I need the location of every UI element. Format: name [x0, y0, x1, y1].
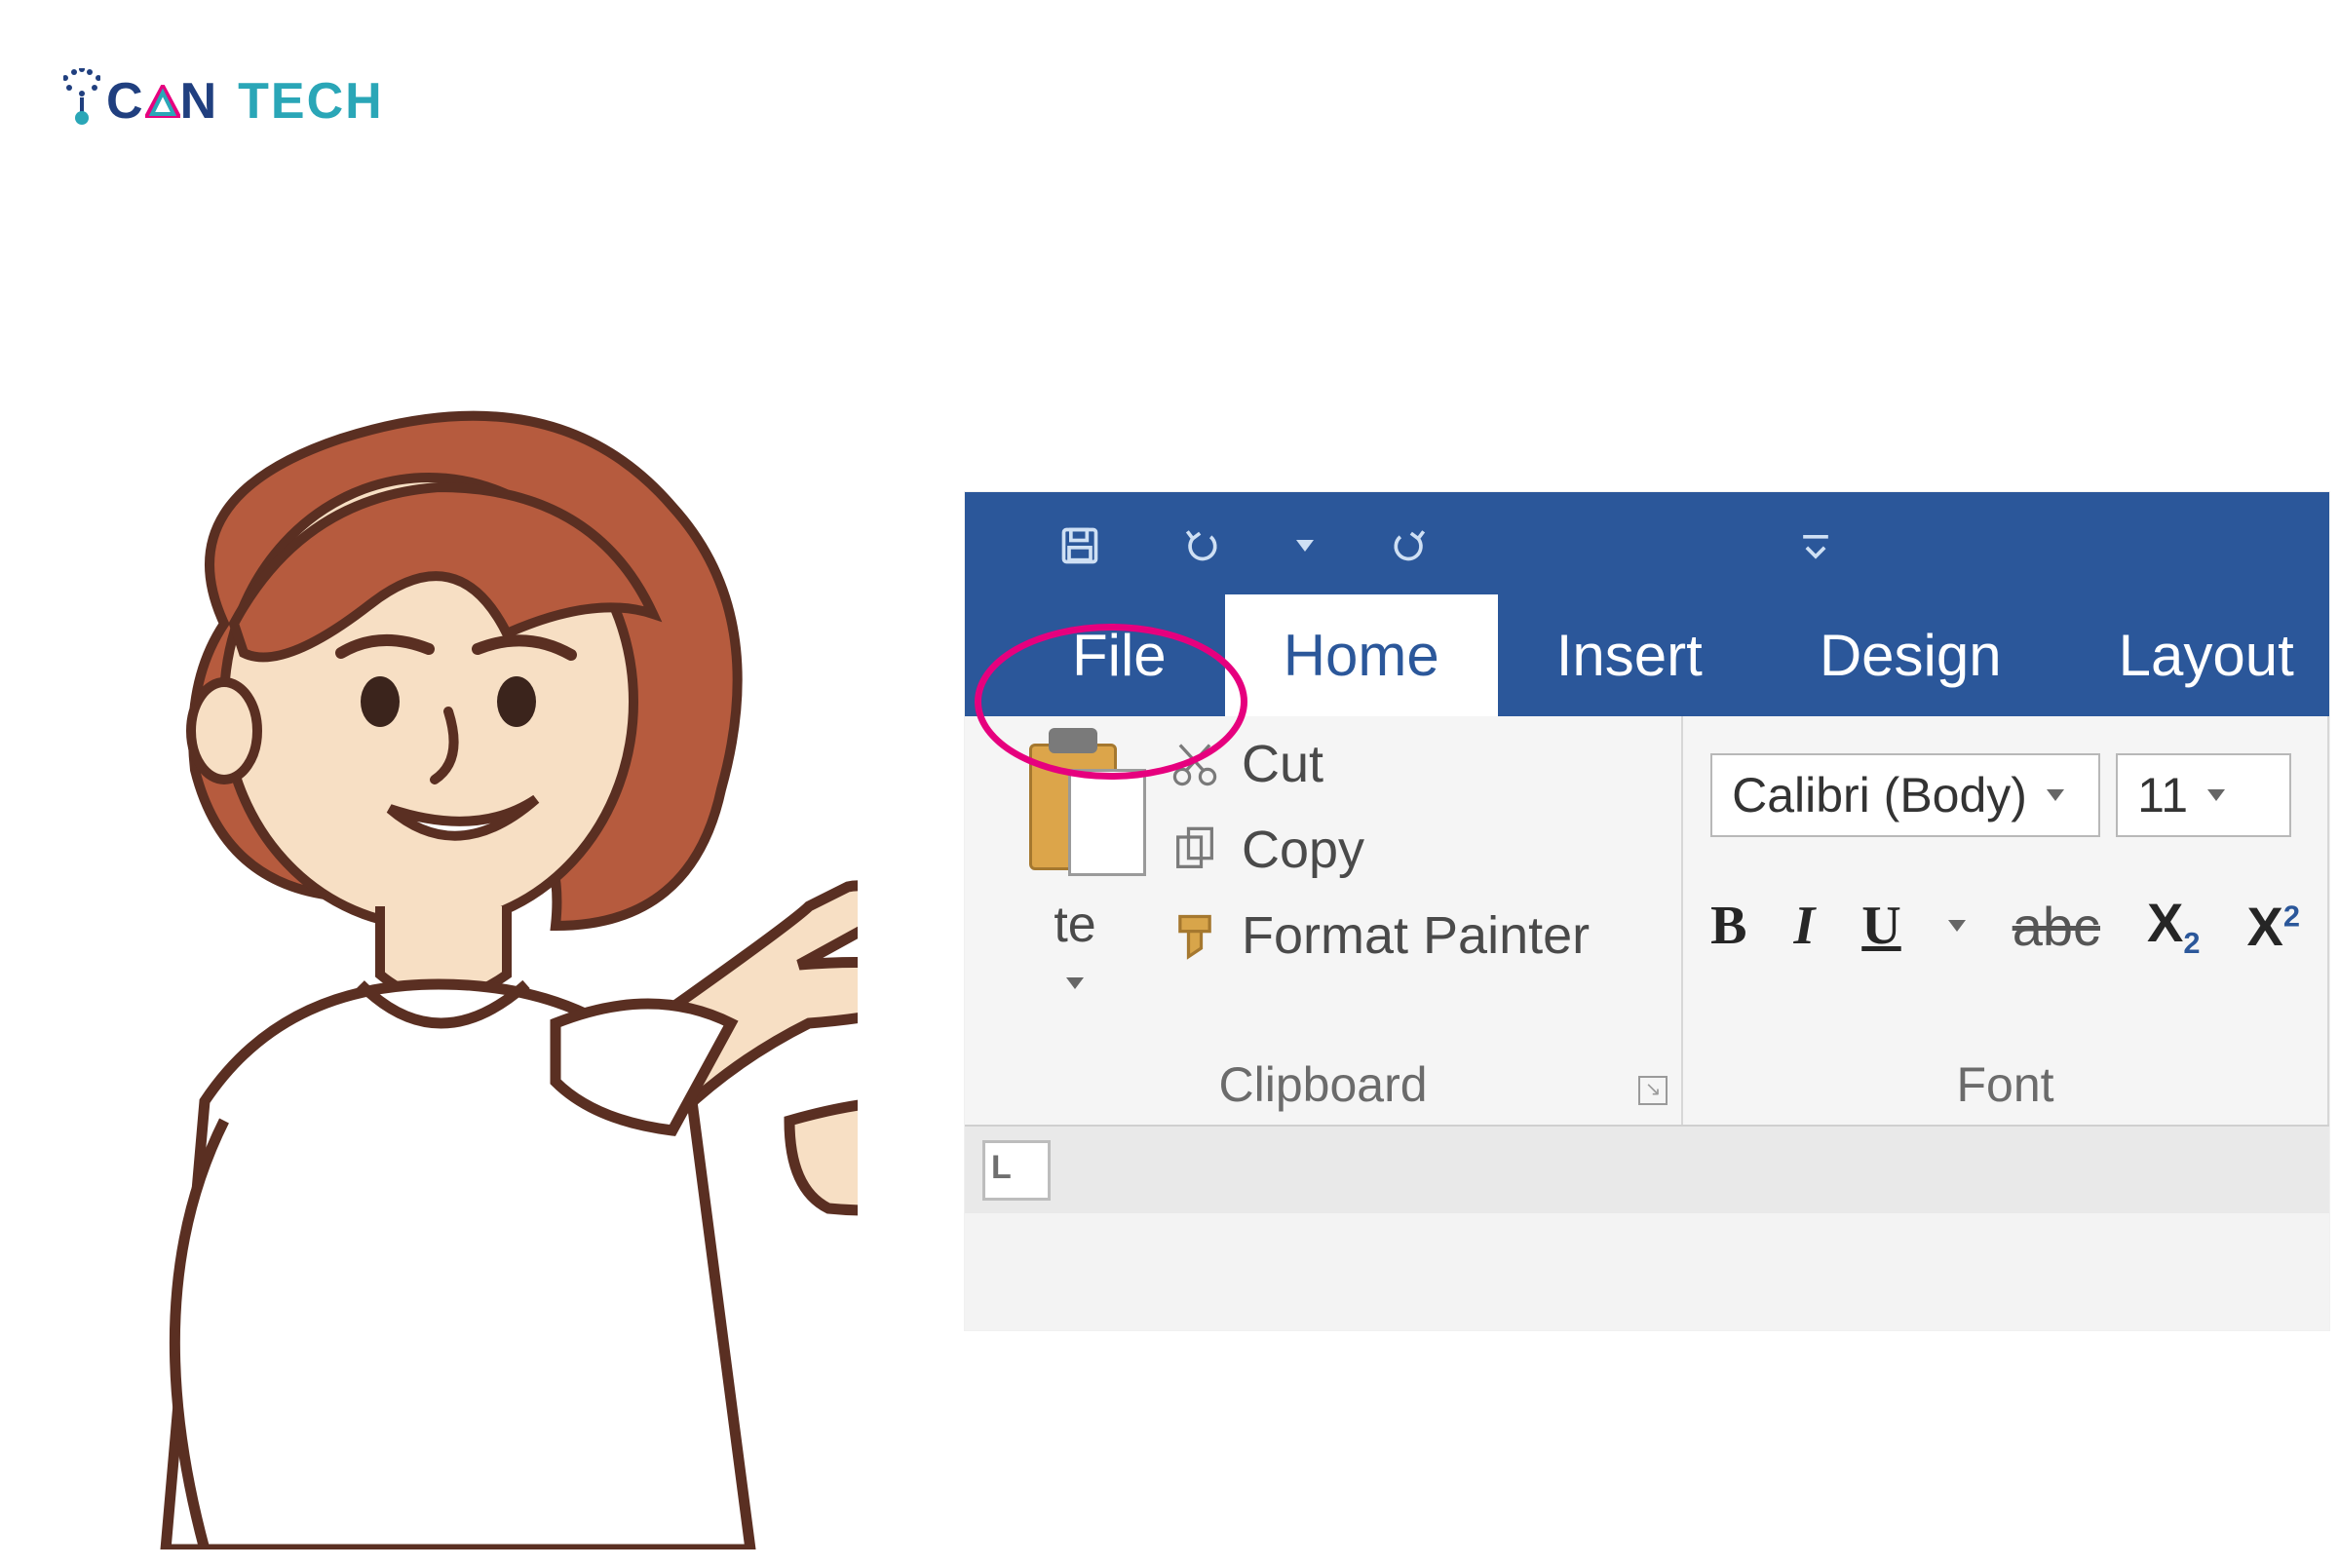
- ribbon-tabs: File Home Insert Design Layout: [965, 599, 2329, 716]
- tab-design[interactable]: Design: [1761, 594, 2060, 716]
- triangle-icon: [145, 89, 180, 118]
- logo-can: C N: [106, 76, 218, 127]
- chevron-down-icon: [2047, 789, 2064, 801]
- copy-icon: [1170, 824, 1220, 875]
- italic-button[interactable]: I: [1793, 895, 1815, 957]
- tab-insert[interactable]: Insert: [1498, 594, 1761, 716]
- paintbrush-icon: [1170, 910, 1220, 961]
- redo-icon[interactable]: [1382, 519, 1436, 573]
- paste-dropdown-icon[interactable]: [1066, 977, 1084, 989]
- copy-button[interactable]: Copy: [1170, 820, 1590, 880]
- font-group-label: Font: [1683, 1056, 2327, 1113]
- customize-qat-icon[interactable]: [1788, 519, 1842, 573]
- cut-button[interactable]: Cut: [1170, 734, 1590, 794]
- strikethrough-button[interactable]: abc: [2013, 895, 2100, 958]
- copy-label: Copy: [1242, 820, 1364, 880]
- chevron-down-icon: [2207, 789, 2225, 801]
- paste-icon: [1021, 734, 1129, 890]
- format-painter-button[interactable]: Format Painter: [1170, 905, 1590, 966]
- ribbon: te Cut Copy Format Painter: [965, 716, 2329, 1126]
- brand-logo: C N TECH: [63, 68, 384, 127]
- font-name-value: Calibri (Body): [1732, 767, 2027, 823]
- word-window: File Home Insert Design Layout te Cut: [965, 492, 2329, 1330]
- logo-tech: TECH: [238, 76, 384, 127]
- tab-stop-indicator[interactable]: L: [982, 1140, 1051, 1201]
- tab-layout[interactable]: Layout: [2060, 594, 2339, 716]
- font-size-value: 11: [2137, 767, 2188, 823]
- format-painter-label: Format Painter: [1242, 905, 1590, 966]
- clipboard-dialog-launcher-icon[interactable]: ↘: [1638, 1076, 1668, 1105]
- tab-home[interactable]: Home: [1225, 594, 1498, 716]
- clipboard-group-label: Clipboard: [965, 1056, 1681, 1113]
- undo-dropdown-icon[interactable]: [1296, 540, 1314, 552]
- scissors-icon: [1170, 739, 1220, 789]
- undo-icon[interactable]: [1174, 519, 1228, 573]
- save-icon[interactable]: [1053, 519, 1106, 573]
- group-clipboard: te Cut Copy Format Painter: [965, 716, 1683, 1125]
- superscript-button[interactable]: X2: [2247, 895, 2301, 958]
- lightbulb-icon: [63, 68, 100, 127]
- woman-pointing-illustration: [49, 380, 858, 1549]
- quick-access-toolbar: [965, 492, 2329, 599]
- ruler-bar: L: [965, 1126, 2329, 1213]
- tab-file[interactable]: File: [1014, 594, 1225, 716]
- group-font: Calibri (Body) 11 B I U abc X2 X2 Font: [1683, 716, 2329, 1125]
- font-name-combo[interactable]: Calibri (Body): [1710, 753, 2100, 837]
- bold-button[interactable]: B: [1710, 895, 1746, 957]
- paste-label: te: [1054, 896, 1095, 954]
- cut-label: Cut: [1242, 734, 1323, 794]
- paste-button[interactable]: te: [992, 734, 1158, 989]
- font-size-combo[interactable]: 11: [2116, 753, 2291, 837]
- underline-dropdown-icon[interactable]: [1948, 920, 1966, 932]
- underline-button[interactable]: U: [1861, 895, 1900, 957]
- subscript-button[interactable]: X2: [2147, 891, 2201, 961]
